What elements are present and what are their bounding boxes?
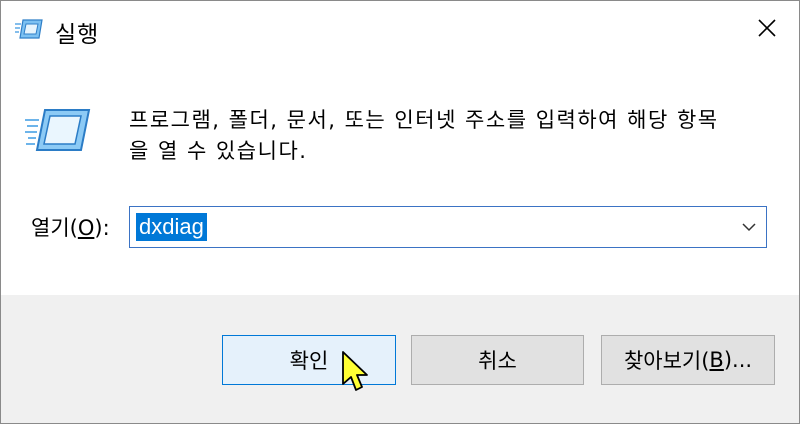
description-line-1: 프로그램, 폴더, 문서, 또는 인터넷 주소를 입력하여 해당 항목 [129, 108, 719, 132]
open-combobox[interactable]: dxdiag [129, 206, 767, 248]
browse-button-suffix: )... [723, 348, 753, 372]
open-label-suffix: ): [94, 216, 110, 240]
title-bar[interactable]: 실행 [1, 1, 799, 59]
browse-button-prefix: 찾아보기( [623, 349, 710, 373]
browse-button-mnemonic: B [709, 348, 724, 372]
dialog-body: 프로그램, 폴더, 문서, 또는 인터넷 주소를 입력하여 해당 항목 을 열 … [1, 59, 799, 295]
browse-button[interactable]: 찾아보기(B)... [601, 335, 775, 385]
description-text: 프로그램, 폴더, 문서, 또는 인터넷 주소를 입력하여 해당 항목 을 열 … [129, 105, 789, 167]
description-line-2: 을 열 수 있습니다. [129, 139, 308, 163]
button-bar: 확인 취소 찾아보기(B)... [1, 295, 799, 423]
close-button[interactable] [735, 1, 799, 59]
run-program-icon [25, 106, 91, 154]
close-icon [757, 18, 777, 42]
open-input-value[interactable]: dxdiag [136, 213, 207, 241]
run-icon [15, 18, 43, 40]
ok-button-label: 확인 [289, 349, 329, 373]
chevron-down-icon[interactable] [738, 217, 760, 237]
open-label-mnemonic: O [77, 216, 95, 240]
cancel-button[interactable]: 취소 [411, 335, 584, 385]
window-title: 실행 [55, 22, 100, 48]
open-label-prefix: 열기( [31, 216, 78, 240]
run-dialog: 실행 프로그램, 폴더, 문서, 또는 인터넷 주소를 입력하여 해당 항목 을… [0, 0, 800, 424]
open-label: 열기(O): [31, 212, 110, 242]
cancel-button-label: 취소 [478, 349, 517, 373]
ok-button[interactable]: 확인 [222, 335, 396, 385]
